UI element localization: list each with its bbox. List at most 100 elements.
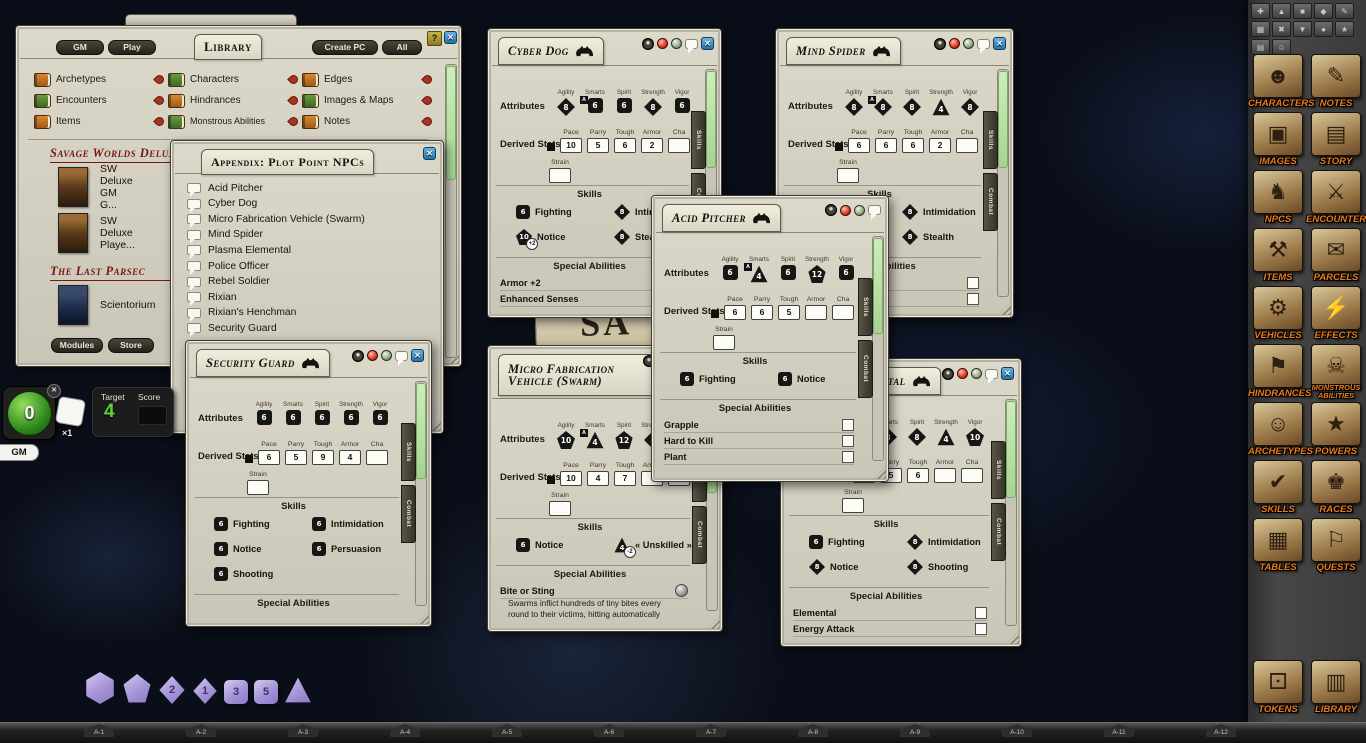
modifier-orb[interactable]: 0 — [7, 391, 52, 436]
derived-tough[interactable]: Tough6 — [905, 459, 931, 483]
die-d8[interactable]: 1 — [192, 678, 218, 704]
sidebar-button-library[interactable]: ▥Library — [1309, 660, 1363, 716]
attribute-smarts[interactable]: Smarts6A — [580, 89, 610, 113]
strain-field[interactable]: Strain — [544, 159, 576, 183]
gm-identity-tab[interactable]: GM — [0, 444, 39, 461]
derived-pace[interactable]: Pace6 — [722, 296, 748, 320]
chat-bubble-icon[interactable] — [395, 351, 408, 361]
sidebar-button-effects[interactable]: ⚡Effects — [1309, 286, 1363, 342]
close-button[interactable]: ✕ — [993, 37, 1006, 50]
module-row-sw-deluxe-gm-g[interactable]: SW Deluxe GM G... — [58, 166, 133, 208]
appendix-item-rixian[interactable]: Rixian — [187, 290, 237, 304]
skill-shooting[interactable]: 6Shooting — [214, 565, 273, 583]
side-tab-skills[interactable]: Skills — [983, 111, 998, 169]
close-button[interactable]: ✕ — [701, 37, 714, 50]
appendix-item-acid-pitcher[interactable]: Acid Pitcher — [187, 181, 263, 195]
sidebar-button-hindrances[interactable]: ⚑Hindrances — [1251, 344, 1305, 400]
attribute-spirit[interactable]: Spirit12 — [609, 422, 639, 449]
chat-bubble-icon[interactable] — [868, 205, 881, 215]
side-tab-skills[interactable]: Skills — [401, 423, 416, 481]
ability-checkbox[interactable] — [842, 451, 854, 463]
sidebar-button-quests[interactable]: ⚐Quests — [1309, 518, 1363, 574]
green-gem-icon[interactable] — [963, 38, 974, 49]
derived-armor[interactable]: Armor — [932, 459, 958, 483]
green-gem-icon[interactable] — [971, 368, 982, 379]
appendix-item-plasma-elemental[interactable]: Plasma Elemental — [187, 243, 291, 257]
side-tab-combat[interactable]: Combat — [983, 173, 998, 231]
sidebar-button-story[interactable]: ▤Story — [1309, 112, 1363, 168]
derived-armor[interactable]: Armor2 — [639, 129, 665, 153]
damage-die-icon[interactable] — [55, 396, 86, 427]
chat-bubble-icon[interactable] — [977, 39, 990, 49]
skill-fighting[interactable]: 6Fighting — [809, 533, 865, 551]
sidebar-button-powers[interactable]: ★Powers — [1309, 402, 1363, 458]
library-category-notes[interactable]: Notes — [302, 112, 432, 131]
derived-pace[interactable]: Pace6 — [256, 441, 282, 465]
appendix-title-tab[interactable]: Appendix: Plot Point NPCs — [201, 149, 374, 175]
appendix-item-rebel-soldier[interactable]: Rebel Soldier — [187, 275, 270, 289]
derived-tough[interactable]: Tough6 — [900, 129, 926, 153]
red-gem-icon[interactable] — [840, 205, 851, 216]
bottom-tab-a-7[interactable]: A-7 — [696, 724, 726, 737]
appendix-item-security-guard[interactable]: Security Guard — [187, 321, 277, 335]
sidebar-button-monstrous-abilities[interactable]: ☠Monstrous Abilities — [1309, 344, 1363, 400]
clear-modifier-button[interactable]: ✕ — [47, 384, 61, 398]
derived-armor[interactable]: Armor4 — [337, 441, 363, 465]
library-category-archetypes[interactable]: Archetypes — [34, 70, 164, 89]
derived-armor[interactable]: Armor2 — [927, 129, 953, 153]
side-tab-combat[interactable]: Combat — [692, 506, 707, 564]
ability-grapple[interactable]: Grapple — [664, 417, 854, 433]
derived-pace[interactable]: Pace10 — [558, 129, 584, 153]
library-category-encounters[interactable]: Encounters — [34, 91, 164, 110]
gm-mode-button[interactable]: GM — [56, 40, 104, 55]
red-gem-icon[interactable] — [957, 368, 968, 379]
bottom-tab-a-11[interactable]: A-11 — [1104, 724, 1134, 737]
resize-grip[interactable] — [998, 302, 1011, 315]
ability-checkbox[interactable] — [975, 607, 987, 619]
appendix-close-button[interactable]: ✕ — [423, 147, 436, 160]
attribute-vigor[interactable]: Vigor8 — [955, 89, 985, 116]
all-button[interactable]: All — [382, 40, 422, 55]
derived-cha[interactable]: Cha — [830, 296, 856, 320]
appendix-item-cyber-dog[interactable]: Cyber Dog — [187, 197, 257, 211]
red-gem-icon[interactable] — [949, 38, 960, 49]
resize-grip[interactable] — [1006, 631, 1019, 644]
derived-cha[interactable]: Cha — [364, 441, 390, 465]
strain-field[interactable]: Strain — [837, 489, 869, 513]
sidebar-button-tables[interactable]: ▦Tables — [1251, 518, 1305, 574]
ability-energy-attack[interactable]: Energy Attack — [793, 621, 987, 637]
bottom-tab-a-2[interactable]: A-2 — [186, 724, 216, 737]
sidebar-button-notes[interactable]: ✎Notes — [1309, 54, 1363, 110]
red-gem-icon[interactable] — [367, 350, 378, 361]
green-gem-icon[interactable] — [854, 205, 865, 216]
npc-title-tab[interactable]: Acid Pitcher — [662, 204, 781, 232]
bottom-tab-a-4[interactable]: A-4 — [390, 724, 420, 737]
sidebar-button-tokens[interactable]: ⚀Tokens — [1251, 660, 1305, 716]
npc-title-tab[interactable]: Mind Spider — [786, 37, 901, 65]
skill-persuasion[interactable]: 6Persuasion — [312, 540, 381, 558]
derived-armor[interactable]: Armor — [803, 296, 829, 320]
resize-grip[interactable] — [707, 616, 720, 629]
library-category-items[interactable]: Items — [34, 112, 164, 131]
sidebar-button-vehicles[interactable]: ⚙Vehicles — [1251, 286, 1305, 342]
appendix-item-micro-fabrication-vehicle-swarm[interactable]: Micro Fabrication Vehicle (Swarm) — [187, 212, 365, 226]
attribute-spirit[interactable]: Spirit8 — [902, 419, 932, 446]
help-button[interactable]: ? — [427, 31, 442, 46]
ability-checkbox[interactable] — [967, 277, 979, 289]
strain-field[interactable]: Strain — [832, 159, 864, 183]
play-mode-button[interactable]: Play — [108, 40, 156, 55]
module-row-sw-deluxe-playe[interactable]: SW Deluxe Playe... — [58, 212, 135, 254]
close-button[interactable]: ✕ — [411, 349, 424, 362]
ability-elemental[interactable]: Elemental — [793, 605, 987, 621]
npc-title-tab[interactable]: Cyber Dog — [498, 37, 604, 65]
green-gem-icon[interactable] — [381, 350, 392, 361]
sidebar-button-images[interactable]: ▣Images — [1251, 112, 1305, 168]
derived-parry[interactable]: Parry4 — [585, 462, 611, 486]
ability-hard-to-kill[interactable]: Hard to Kill — [664, 433, 854, 449]
attribute-strength[interactable]: Strength6 — [336, 401, 366, 425]
ability-bite-or-sting[interactable]: Bite or Sting — [500, 583, 688, 599]
ability-checkbox[interactable] — [842, 419, 854, 431]
derived-parry[interactable]: Parry6 — [873, 129, 899, 153]
attribute-strength[interactable]: Strength8 — [638, 89, 668, 116]
close-button[interactable]: ✕ — [1001, 367, 1014, 380]
